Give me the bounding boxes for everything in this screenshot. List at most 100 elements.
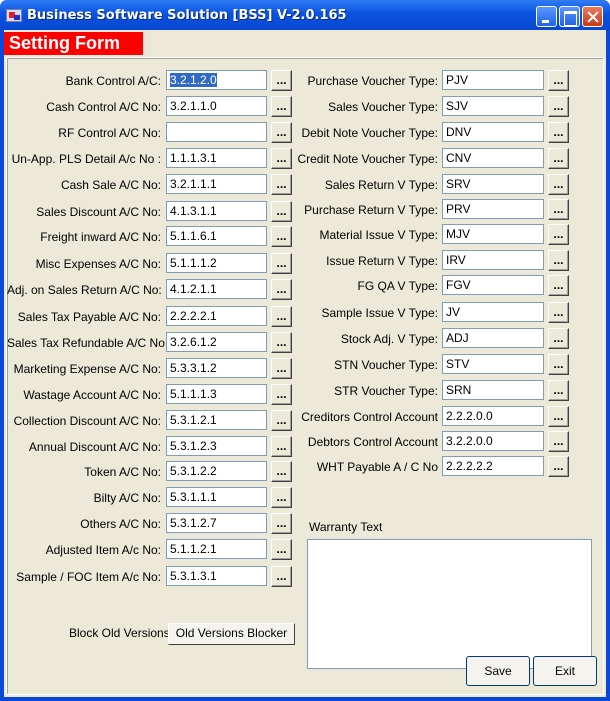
right-field-row: FG QA V Type: FGV... [7, 275, 603, 297]
warranty-text-area[interactable] [307, 539, 592, 669]
right-field-value: SRN [446, 383, 472, 397]
right-field-browse-button[interactable]: ... [548, 328, 569, 349]
right-field-input[interactable]: PRV [442, 199, 544, 219]
right-field-browse-button[interactable]: ... [548, 431, 569, 452]
right-field-value: PJV [446, 73, 469, 87]
right-field-input[interactable]: STV [442, 354, 544, 374]
right-field-value: DNV [446, 125, 472, 139]
right-field-label: STN Voucher Type: [334, 358, 438, 372]
right-field-value: CNV [446, 151, 472, 165]
right-field-row: Credit Note Voucher Type: CNV... [7, 148, 603, 170]
right-field-label: Material Issue V Type: [319, 228, 439, 242]
right-field-value: PRV [446, 202, 471, 216]
right-field-browse-button[interactable]: ... [548, 406, 569, 427]
minimize-button[interactable] [536, 6, 557, 27]
left-field-row: Bilty A/C No: 5.3.1.1.1... [7, 487, 603, 509]
right-field-row: Purchase Return V Type: PRV... [7, 199, 603, 221]
right-field-row: STN Voucher Type: STV... [7, 354, 603, 376]
left-field-input[interactable]: 5.1.1.2.1 [166, 539, 267, 559]
right-field-label: Debit Note Voucher Type: [301, 126, 438, 140]
form-header: Setting Form [4, 32, 143, 55]
right-field-browse-button[interactable]: ... [548, 250, 569, 271]
right-field-browse-button[interactable]: ... [548, 70, 569, 91]
left-field-label: Adjusted Item A/c No: [45, 543, 161, 557]
left-field-browse-button[interactable]: ... [271, 539, 292, 560]
exit-button[interactable]: Exit [533, 656, 597, 686]
right-field-browse-button[interactable]: ... [548, 174, 569, 195]
right-field-value: STV [446, 357, 470, 371]
right-field-label: Creditors Control Account [301, 410, 438, 424]
right-field-row: Issue Return V Type: IRV... [7, 250, 603, 272]
right-field-input[interactable]: JV [442, 302, 544, 322]
right-field-label: Sales Return V Type: [324, 178, 438, 192]
old-versions-blocker-button[interactable]: Old Versions Blocker [168, 623, 295, 645]
right-field-browse-button[interactable]: ... [548, 456, 569, 477]
right-field-input[interactable]: 2.2.2.2.2 [442, 456, 544, 476]
left-field-browse-button[interactable]: ... [271, 566, 292, 587]
right-field-browse-button[interactable]: ... [548, 224, 569, 245]
left-field-value: 5.3.1.2.7 [170, 516, 217, 530]
right-field-value: SJV [446, 99, 469, 113]
right-field-browse-button[interactable]: ... [548, 148, 569, 169]
right-field-value: JV [446, 305, 461, 319]
right-field-label: Debtors Control Account [307, 435, 438, 449]
right-field-input[interactable]: DNV [442, 122, 544, 142]
right-field-input[interactable]: 3.2.2.0.0 [442, 431, 544, 451]
left-field-value: 5.3.1.3.1 [170, 569, 217, 583]
right-field-input[interactable]: MJV [442, 224, 544, 244]
right-field-browse-button[interactable]: ... [548, 275, 569, 296]
settings-group: Bank Control A/C: 3.2.1.2.0... Cash Contro… [6, 57, 604, 695]
right-field-browse-button[interactable]: ... [548, 380, 569, 401]
form-client-area: Setting Form Bank Control A/C: 3.2.1.2.0.… [4, 30, 606, 697]
right-field-label: Purchase Voucher Type: [307, 74, 438, 88]
right-field-label: FG QA V Type: [357, 279, 438, 293]
right-field-label: STR Voucher Type: [334, 384, 438, 398]
right-field-value: 3.2.2.0.0 [446, 434, 493, 448]
right-field-row: Purchase Voucher Type: PJV... [7, 70, 603, 92]
right-field-row: WHT Payable A / C No 2.2.2.2.2... [7, 456, 603, 478]
right-field-browse-button[interactable]: ... [548, 96, 569, 117]
right-field-label: Sales Voucher Type: [328, 100, 438, 114]
right-field-browse-button[interactable]: ... [548, 354, 569, 375]
left-field-label: Sample / FOC Item A/c No: [16, 570, 161, 584]
block-old-versions-label: Block Old Versions: [69, 626, 174, 640]
maximize-button[interactable] [559, 6, 580, 27]
close-button[interactable] [582, 6, 603, 27]
right-field-row: Sample Issue V Type: JV... [7, 302, 603, 324]
right-field-browse-button[interactable]: ... [548, 302, 569, 323]
left-field-browse-button[interactable]: ... [271, 487, 292, 508]
right-field-value: IRV [446, 253, 466, 267]
right-field-input[interactable]: FGV [442, 275, 544, 295]
app-window: Business Software Solution [BSS] V-2.0.1… [0, 0, 610, 701]
right-field-input[interactable]: SJV [442, 96, 544, 116]
right-field-input[interactable]: IRV [442, 250, 544, 270]
save-button[interactable]: Save [466, 656, 530, 686]
title-bar[interactable]: Business Software Solution [BSS] V-2.0.1… [0, 0, 610, 30]
warranty-text-label: Warranty Text [309, 520, 383, 534]
right-field-value: MJV [446, 227, 470, 241]
right-field-row: Stock Adj. V Type: ADJ... [7, 328, 603, 350]
right-field-label: WHT Payable A / C No [316, 460, 438, 474]
app-icon[interactable] [6, 9, 22, 22]
left-field-value: 5.1.1.2.1 [170, 542, 217, 556]
left-field-input[interactable]: 5.3.1.3.1 [166, 566, 267, 586]
right-field-row: Debtors Control Account 3.2.2.0.0... [7, 431, 603, 453]
right-field-input[interactable]: CNV [442, 148, 544, 168]
right-field-value: 2.2.2.0.0 [446, 409, 493, 423]
right-field-input[interactable]: SRN [442, 380, 544, 400]
left-field-input[interactable]: 5.3.1.2.7 [166, 513, 267, 533]
left-field-input[interactable]: 5.3.1.1.1 [166, 487, 267, 507]
right-field-row: Material Issue V Type: MJV... [7, 224, 603, 246]
left-field-browse-button[interactable]: ... [271, 513, 292, 534]
right-field-input[interactable]: 2.2.2.0.0 [442, 406, 544, 426]
right-field-browse-button[interactable]: ... [548, 199, 569, 220]
right-field-input[interactable]: SRV [442, 174, 544, 194]
right-field-value: ADJ [446, 331, 469, 345]
right-field-label: Sample Issue V Type: [321, 306, 438, 320]
right-field-browse-button[interactable]: ... [548, 122, 569, 143]
right-field-input[interactable]: ADJ [442, 328, 544, 348]
right-field-label: Issue Return V Type: [326, 254, 438, 268]
right-field-input[interactable]: PJV [442, 70, 544, 90]
left-field-label: Bilty A/C No: [93, 491, 161, 505]
right-field-row: Debit Note Voucher Type: DNV... [7, 122, 603, 144]
